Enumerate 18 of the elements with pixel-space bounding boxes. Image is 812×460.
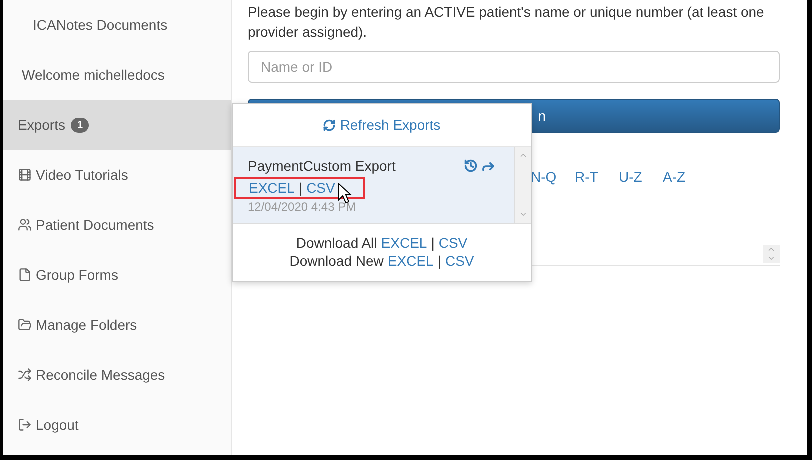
separator-text: |: [438, 253, 442, 269]
separator-text: |: [298, 180, 303, 196]
sidebar-title: ICANotes Documents: [32, 16, 169, 35]
sidebar-item-label: Patient Documents: [36, 217, 154, 233]
export-date: 12/04/2020 4:43 PM: [248, 200, 358, 214]
instructions-text: Please begin by entering an ACTIVE patient's name or unique number (at least one provider assigned).: [248, 3, 766, 42]
sidebar-item-label: Exports: [18, 117, 66, 133]
sidebar-item-label: Reconcile Messages: [36, 367, 166, 383]
sidebar-item-label: Group Forms: [36, 267, 118, 283]
count-badge: 1: [71, 118, 90, 132]
sidebar-item-label: Manage Folders: [36, 317, 138, 333]
download-label: Download New: [290, 253, 384, 269]
export-name: PaymentCustom Export: [248, 158, 396, 174]
sidebar-item-label: Logout: [36, 417, 79, 433]
download-label: Download All: [296, 235, 378, 251]
sidebar-item-label: Video Tutorials: [36, 167, 128, 183]
sidebar-title: Welcome michelledocs: [21, 66, 166, 85]
separator-text: |: [431, 235, 435, 251]
